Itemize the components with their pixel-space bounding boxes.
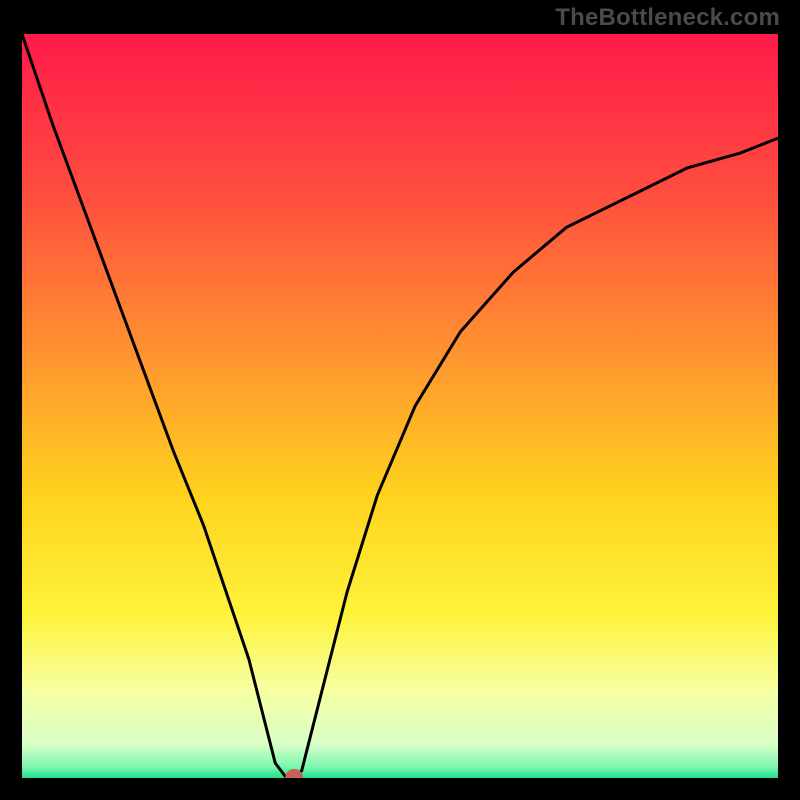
gradient-background <box>22 34 778 778</box>
chart-frame: TheBottleneck.com <box>0 0 800 800</box>
plot-area <box>22 34 778 778</box>
watermark-text: TheBottleneck.com <box>555 4 780 32</box>
plot-svg <box>22 34 778 778</box>
